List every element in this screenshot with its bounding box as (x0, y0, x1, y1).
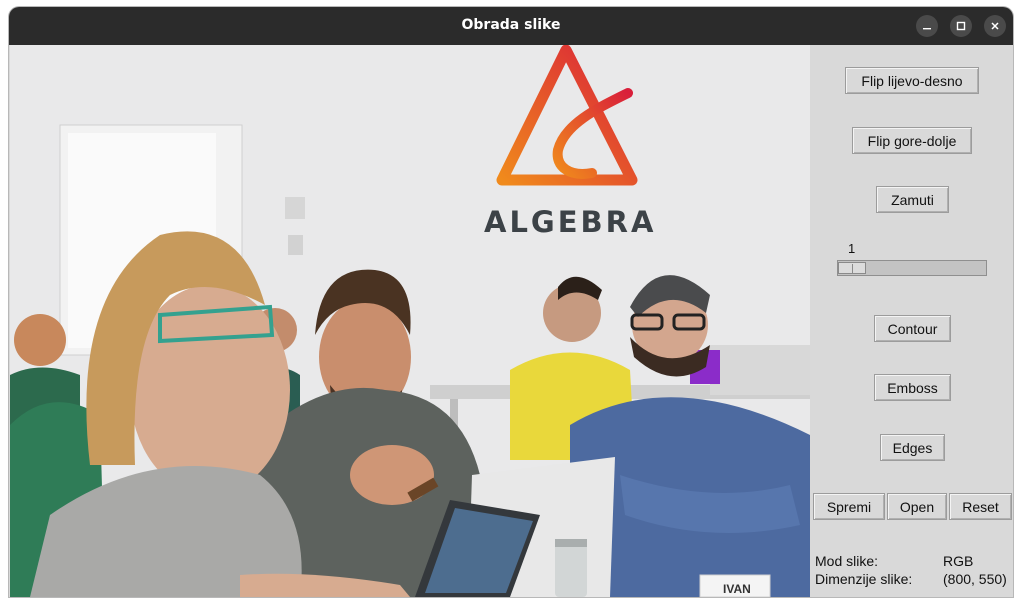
contour-button[interactable]: Contour (874, 315, 951, 342)
maximize-icon (956, 21, 966, 31)
image-dimensions-label: Dimenzije slike: (815, 571, 913, 587)
close-button[interactable] (984, 15, 1006, 37)
blur-slider-value: 1 (848, 241, 856, 256)
minimize-icon (923, 28, 931, 30)
flip-vertical-button[interactable]: Flip gore-dolje (852, 127, 972, 154)
open-button[interactable]: Open (887, 493, 947, 520)
reset-button[interactable]: Reset (949, 493, 1012, 520)
save-button[interactable]: Spremi (813, 493, 885, 520)
app-window: Obrada slike ALGEBRA IVAN Flip lijevo-de… (9, 7, 1013, 597)
blur-slider-thumb[interactable] (838, 262, 866, 274)
logo-text: ALGEBRA (484, 205, 656, 239)
blur-button[interactable]: Zamuti (876, 186, 949, 213)
emboss-button[interactable]: Emboss (874, 374, 951, 401)
image-canvas: ALGEBRA IVAN (10, 45, 810, 597)
flip-horizontal-button[interactable]: Flip lijevo-desno (845, 67, 979, 94)
controls-panel: Flip lijevo-desno Flip gore-dolje Zamuti… (811, 45, 1013, 597)
title-bar[interactable]: Obrada slike (9, 7, 1013, 45)
window-title: Obrada slike (461, 17, 561, 33)
edges-button[interactable]: Edges (880, 434, 945, 461)
blur-slider[interactable] (837, 260, 987, 276)
name-badge: IVAN (723, 582, 751, 596)
maximize-button[interactable] (950, 15, 972, 37)
minimize-button[interactable] (916, 15, 938, 37)
image-mode-label: Mod slike: (815, 553, 879, 569)
image-dimensions-value: (800, 550) (943, 571, 1007, 587)
close-icon (991, 22, 999, 30)
classroom-photo: ALGEBRA IVAN (10, 45, 810, 597)
image-mode-value: RGB (943, 553, 974, 569)
